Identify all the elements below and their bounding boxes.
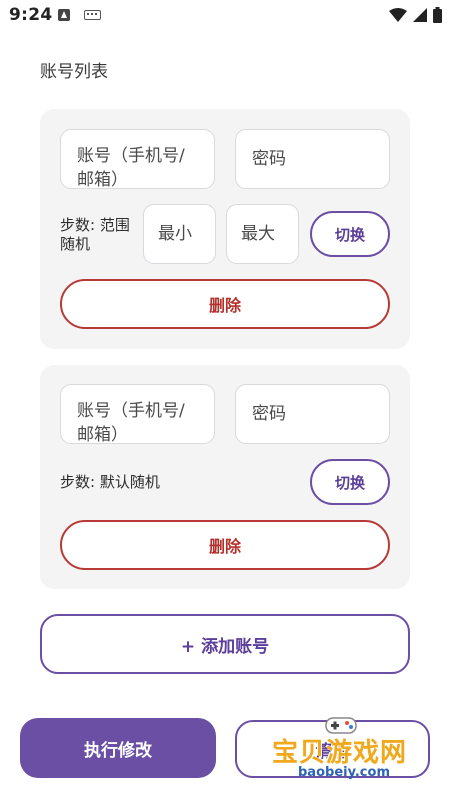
switch-mode-button[interactable]: 切换	[310, 459, 390, 505]
account-input-placeholder: 账号（手机号/邮箱）	[77, 146, 185, 189]
password-input[interactable]: 密码	[235, 384, 390, 444]
steps-mode-label: 步数: 默认随机	[60, 473, 160, 491]
password-input-placeholder: 密码	[252, 404, 286, 424]
clear-button[interactable]: 清空	[235, 720, 430, 778]
account-input[interactable]: 账号（手机号/邮箱）	[60, 129, 215, 189]
a-notification-icon	[58, 9, 70, 21]
min-steps-input[interactable]: 最小	[143, 204, 216, 264]
signal-icon	[413, 8, 427, 22]
switch-mode-button[interactable]: 切换	[310, 211, 390, 257]
account-card: 账号（手机号/邮箱） 密码 步数: 范围随机 最小 最大 切换 删除	[40, 109, 410, 349]
password-input-placeholder: 密码	[252, 149, 286, 169]
account-input-placeholder: 账号（手机号/邮箱）	[77, 401, 185, 444]
min-steps-placeholder: 最小	[158, 224, 192, 244]
steps-mode-label: 步数: 范围随机	[60, 216, 130, 253]
max-steps-input[interactable]: 最大	[226, 204, 299, 264]
battery-icon	[433, 7, 442, 23]
delete-account-button[interactable]: 删除	[60, 520, 390, 570]
status-time: 9:24	[9, 5, 53, 25]
status-bar: 9:24	[0, 0, 450, 30]
max-steps-placeholder: 最大	[241, 224, 275, 244]
status-icons	[389, 6, 442, 24]
page-title: 账号列表	[40, 62, 108, 82]
add-account-button[interactable]: + 添加账号	[40, 614, 410, 674]
account-input[interactable]: 账号（手机号/邮箱）	[60, 384, 215, 444]
wifi-icon	[389, 8, 407, 22]
delete-account-button[interactable]: 删除	[60, 279, 390, 329]
keyboard-icon	[84, 10, 101, 20]
password-input[interactable]: 密码	[235, 129, 390, 189]
execute-button[interactable]: 执行修改	[20, 718, 216, 778]
account-card: 账号（手机号/邮箱） 密码 步数: 默认随机 切换 删除	[40, 365, 410, 589]
